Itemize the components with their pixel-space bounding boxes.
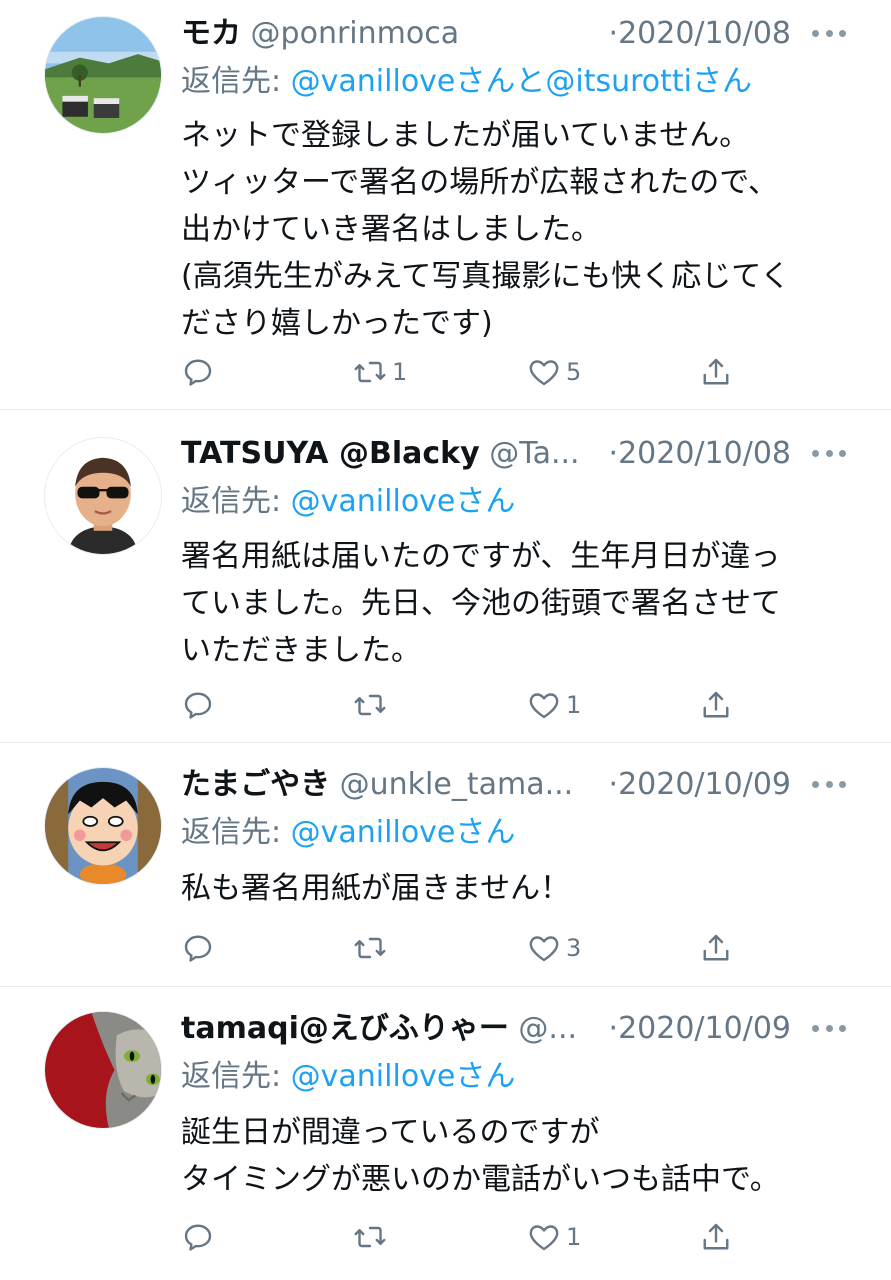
reply-to-line: 返信先: @vanilloveさん	[181, 1057, 515, 1097]
reply-to-label: 返信先:	[181, 64, 291, 99]
avatar[interactable]	[44, 16, 162, 134]
reply-to-line: 返信先: @vanilloveさんと@itsurottiさん	[181, 62, 752, 102]
more-icon[interactable]	[812, 18, 846, 48]
like-button[interactable]: 1	[526, 683, 581, 727]
retweet-icon	[352, 687, 388, 723]
reply-button[interactable]	[180, 926, 220, 970]
retweet-count: 1	[392, 358, 408, 386]
share-button[interactable]	[698, 683, 734, 727]
more-icon[interactable]	[812, 1013, 846, 1043]
reply-to-line: 返信先: @vanilloveさん	[181, 482, 515, 522]
tweet-date[interactable]: ·2020/10/09	[604, 765, 791, 805]
reply-to-line: 返信先: @vanilloveさん	[181, 813, 515, 853]
like-button[interactable]: 5	[526, 350, 581, 394]
user-handle[interactable]: @...	[518, 1011, 577, 1046]
user-handle[interactable]: @ponrinmoca	[251, 16, 460, 51]
reply-icon	[180, 930, 216, 966]
heart-icon	[526, 354, 562, 390]
like-button[interactable]: 3	[526, 926, 581, 970]
tweet-header: tamaqi@えびふりゃー @... ·2020/10/09	[181, 1009, 791, 1049]
user-handle[interactable]: @unkle_tama...	[340, 767, 574, 802]
more-icon[interactable]	[812, 769, 846, 799]
tweet-header: モカ @ponrinmoca ·2020/10/08	[181, 14, 791, 54]
tweet-header: たまごやき @unkle_tama... ·2020/10/09	[181, 765, 791, 805]
share-button[interactable]	[698, 1215, 734, 1259]
like-count: 5	[566, 358, 582, 386]
retweet-icon	[352, 930, 388, 966]
heart-icon	[526, 687, 562, 723]
reply-mentions[interactable]: @vanilloveさんと@itsurottiさん	[291, 64, 752, 99]
reply-icon	[180, 354, 216, 390]
retweet-button[interactable]	[352, 1215, 392, 1259]
share-button[interactable]	[698, 350, 734, 394]
memoji-avatar-image	[45, 438, 161, 554]
display-name[interactable]: tamaqi@えびふりゃー	[181, 1011, 509, 1046]
tweet-text: 署名用紙は届いたのですが、生年月日が違っ ていました。先日、今池の街頭で署名させ…	[181, 539, 781, 668]
share-icon	[698, 687, 734, 723]
avatar[interactable]	[44, 437, 162, 555]
like-count: 3	[566, 934, 582, 962]
retweet-button[interactable]	[352, 926, 392, 970]
tweet-actions: 3	[0, 926, 891, 970]
display-name[interactable]: TATSUYA @Blacky	[181, 436, 480, 471]
share-button[interactable]	[698, 926, 734, 970]
share-icon	[698, 354, 734, 390]
cartoon-avatar-image	[45, 768, 161, 884]
reply-mentions[interactable]: @vanilloveさん	[291, 1059, 516, 1094]
tweet-date[interactable]: ·2020/10/09	[604, 1009, 791, 1049]
reply-button[interactable]	[180, 350, 220, 394]
reply-to-label: 返信先:	[181, 484, 291, 519]
more-icon[interactable]	[812, 438, 846, 468]
user-handle[interactable]: @Ta...	[489, 436, 579, 471]
tweet-actions: 1	[0, 683, 891, 727]
avatar[interactable]	[44, 767, 162, 885]
tweet[interactable]: TATSUYA @Blacky @Ta... ·2020/10/08 返信先: …	[0, 410, 891, 743]
like-count: 1	[566, 691, 582, 719]
tweet-date[interactable]: ·2020/10/08	[604, 434, 791, 474]
avatar[interactable]	[44, 1011, 162, 1129]
reply-to-label: 返信先:	[181, 815, 291, 850]
tweet-actions: 1 5	[0, 350, 891, 394]
retweet-button[interactable]	[352, 683, 392, 727]
share-icon	[698, 1219, 734, 1255]
tweet-date[interactable]: ·2020/10/08	[604, 14, 791, 54]
tweet[interactable]: tamaqi@えびふりゃー @... ·2020/10/09 返信先: @van…	[0, 987, 891, 1280]
reply-feed: モカ @ponrinmoca ·2020/10/08 返信先: @vanillo…	[0, 0, 891, 1280]
reply-button[interactable]	[180, 683, 220, 727]
display-name[interactable]: たまごやき	[181, 767, 330, 802]
like-button[interactable]: 1	[526, 1215, 581, 1259]
reply-to-label: 返信先:	[181, 1059, 291, 1094]
tweet[interactable]: たまごやき @unkle_tama... ·2020/10/09 返信先: @v…	[0, 743, 891, 987]
tweet-text: 誕生日が間違っているのですが タイミングが悪いのか電話がいつも話中で。	[181, 1115, 780, 1197]
reply-icon	[180, 687, 216, 723]
share-icon	[698, 930, 734, 966]
reply-mentions[interactable]: @vanilloveさん	[291, 815, 516, 850]
cat-avatar-image	[45, 1012, 161, 1128]
reply-button[interactable]	[180, 1215, 220, 1259]
retweet-icon	[352, 1219, 388, 1255]
heart-icon	[526, 1219, 562, 1255]
retweet-button[interactable]: 1	[352, 350, 407, 394]
tweet-actions: 1	[0, 1215, 891, 1259]
tweet-header: TATSUYA @Blacky @Ta... ·2020/10/08	[181, 434, 791, 474]
retweet-icon	[352, 354, 388, 390]
tweet[interactable]: モカ @ponrinmoca ·2020/10/08 返信先: @vanillo…	[0, 0, 891, 410]
tweet-text: 私も署名用紙が届きません！	[181, 871, 571, 906]
display-name[interactable]: モカ	[181, 16, 241, 51]
golf-course-avatar-image	[45, 17, 161, 133]
reply-mentions[interactable]: @vanilloveさん	[291, 484, 516, 519]
tweet-text: ネットで登録しましたが届いていません。 ツィッターで署名の場所が広報されたので、…	[181, 118, 791, 341]
like-count: 1	[566, 1223, 582, 1251]
heart-icon	[526, 930, 562, 966]
reply-icon	[180, 1219, 216, 1255]
